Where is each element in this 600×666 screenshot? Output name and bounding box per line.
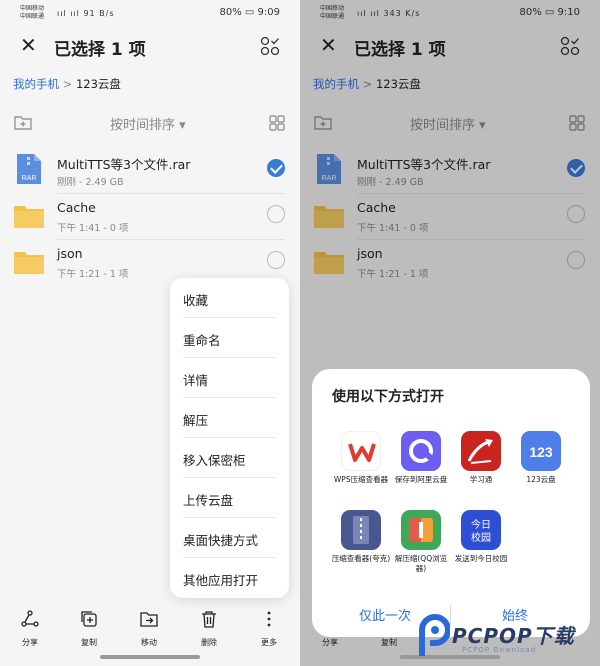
breadcrumb-root[interactable]: 我的手机 <box>13 77 59 91</box>
more-button[interactable]: 更多 <box>249 603 289 647</box>
menu-item-favorite[interactable]: 收藏 <box>170 278 289 318</box>
app-xuexitong[interactable]: 学习通 <box>450 431 512 501</box>
rar-file-icon: RAR <box>17 154 41 184</box>
folder-icon <box>14 252 44 274</box>
jinri-xiaoyuan-icon: 今日 校园 <box>461 510 501 550</box>
qq-unzip-icon <box>401 510 441 550</box>
grid-view-icon[interactable] <box>269 115 285 131</box>
file-meta: 下午 1:21 - 1 项 <box>57 269 129 280</box>
xuexitong-icon <box>461 431 501 471</box>
sort-by-time-dropdown[interactable]: 按时间排序 ▾ <box>110 114 186 133</box>
network-speed: 91 B/s <box>83 9 115 18</box>
status-bar: 中国移动 中国联通 ııl ııl 91 B/s 80% ▭ 9:09 <box>0 0 300 26</box>
file-name: json <box>57 246 83 261</box>
move-icon <box>140 612 158 627</box>
select-all-icon[interactable] <box>260 36 280 56</box>
battery-time: 80% ▭ 9:09 <box>219 7 280 18</box>
delete-button[interactable]: 删除 <box>189 603 229 647</box>
move-button[interactable]: 移动 <box>129 603 169 647</box>
menu-item-rename[interactable]: 重命名 <box>170 318 289 358</box>
menu-item-upload-cloud[interactable]: 上传云盘 <box>170 478 289 518</box>
menu-item-move-to-safe[interactable]: 移入保密柜 <box>170 438 289 478</box>
file-name: Cache <box>57 200 96 215</box>
app-wps-archive-viewer[interactable]: WPS压缩查看器 <box>330 431 392 501</box>
page-title: 已选择 1 项 <box>54 40 146 60</box>
app-qq-browser-unzip[interactable]: 解压缩(QQ浏览器) <box>390 510 452 580</box>
breadcrumb-current: 123云盘 <box>75 77 121 91</box>
more-vertical-icon <box>267 611 271 627</box>
wps-icon <box>341 431 381 471</box>
selection-header: ✕ 已选择 1 项 <box>0 30 300 64</box>
app-aliyun-drive[interactable]: 保存到阿里云盘 <box>390 431 452 501</box>
screenshot-pair: 中国移动 中国联通 ııl ııl 91 B/s 80% ▭ 9:09 ✕ 已选… <box>0 0 600 666</box>
file-manager-panel-open-with: 中国移动 中国联通 ııl ııl 343 K/s 80% ▭ 9:10 ✕ 已… <box>300 0 600 666</box>
share-icon <box>21 610 39 627</box>
file-row-rar[interactable]: RAR MultiTTS等3个文件.rar 刚刚 - 2.49 GB <box>0 148 300 194</box>
cloud-123-icon: 123 <box>521 431 561 471</box>
file-manager-panel-menu: 中国移动 中国联通 ııl ııl 91 B/s 80% ▭ 9:09 ✕ 已选… <box>0 0 300 666</box>
app-jinri-xiaoyuan[interactable]: 今日 校园 发送到今日校园 <box>450 510 512 580</box>
trash-icon <box>202 611 216 628</box>
menu-item-desktop-shortcut[interactable]: 桌面快捷方式 <box>170 518 289 558</box>
breadcrumb: 我的手机 > 123云盘 <box>13 77 121 91</box>
svg-text:RAR: RAR <box>22 175 37 182</box>
more-options-menu: 收藏 重命名 详情 解压 移入保密柜 上传云盘 桌面快捷方式 其他应用打开 <box>170 278 289 598</box>
menu-item-open-with[interactable]: 其他应用打开 <box>170 558 289 598</box>
close-icon[interactable]: ✕ <box>20 35 37 55</box>
signal-icon: ııl ııl 91 B/s <box>57 9 115 18</box>
new-folder-icon[interactable] <box>14 115 32 130</box>
folder-icon <box>14 206 44 228</box>
pcpop-watermark: PCPOP下载 PCPOP Download <box>412 606 600 666</box>
quark-archive-icon <box>341 510 381 550</box>
aliyun-drive-icon <box>401 431 441 471</box>
checkbox-unchecked[interactable] <box>267 251 285 269</box>
file-name: MultiTTS等3个文件.rar <box>57 157 191 172</box>
share-button[interactable]: 分享 <box>10 603 50 647</box>
svg-text:校园: 校园 <box>471 531 491 544</box>
file-meta: 刚刚 - 2.49 GB <box>57 177 124 188</box>
pcpop-logo-icon <box>419 614 450 656</box>
file-meta: 下午 1:41 - 0 项 <box>57 223 129 234</box>
open-with-sheet: 使用以下方式打开 WPS压缩查看器 保存到阿里云盘 学习通 123 123云盘 … <box>312 369 590 637</box>
app-quark-archive-viewer[interactable]: 压缩查看器(夸克) <box>330 510 392 580</box>
home-indicator[interactable] <box>100 655 200 659</box>
svg-text:123: 123 <box>529 444 553 460</box>
menu-item-details[interactable]: 详情 <box>170 358 289 398</box>
app-123-cloud[interactable]: 123 123云盘 <box>510 431 572 501</box>
menu-item-extract[interactable]: 解压 <box>170 398 289 438</box>
copy-icon <box>81 611 97 627</box>
checkbox-checked[interactable] <box>267 159 285 177</box>
sort-bar: 按时间排序 ▾ <box>0 112 300 134</box>
checkbox-unchecked[interactable] <box>267 205 285 223</box>
copy-button[interactable]: 复制 <box>69 603 109 647</box>
bottom-toolbar: 分享 复制 移动 删除 更多 <box>0 603 300 653</box>
svg-text:今日: 今日 <box>471 518 491 531</box>
sheet-title: 使用以下方式打开 <box>332 389 444 405</box>
just-once-button[interactable]: 仅此一次 <box>359 605 411 624</box>
carrier-names: 中国移动 中国联通 <box>20 5 45 20</box>
file-row-cache[interactable]: Cache 下午 1:41 - 0 项 <box>0 194 300 240</box>
